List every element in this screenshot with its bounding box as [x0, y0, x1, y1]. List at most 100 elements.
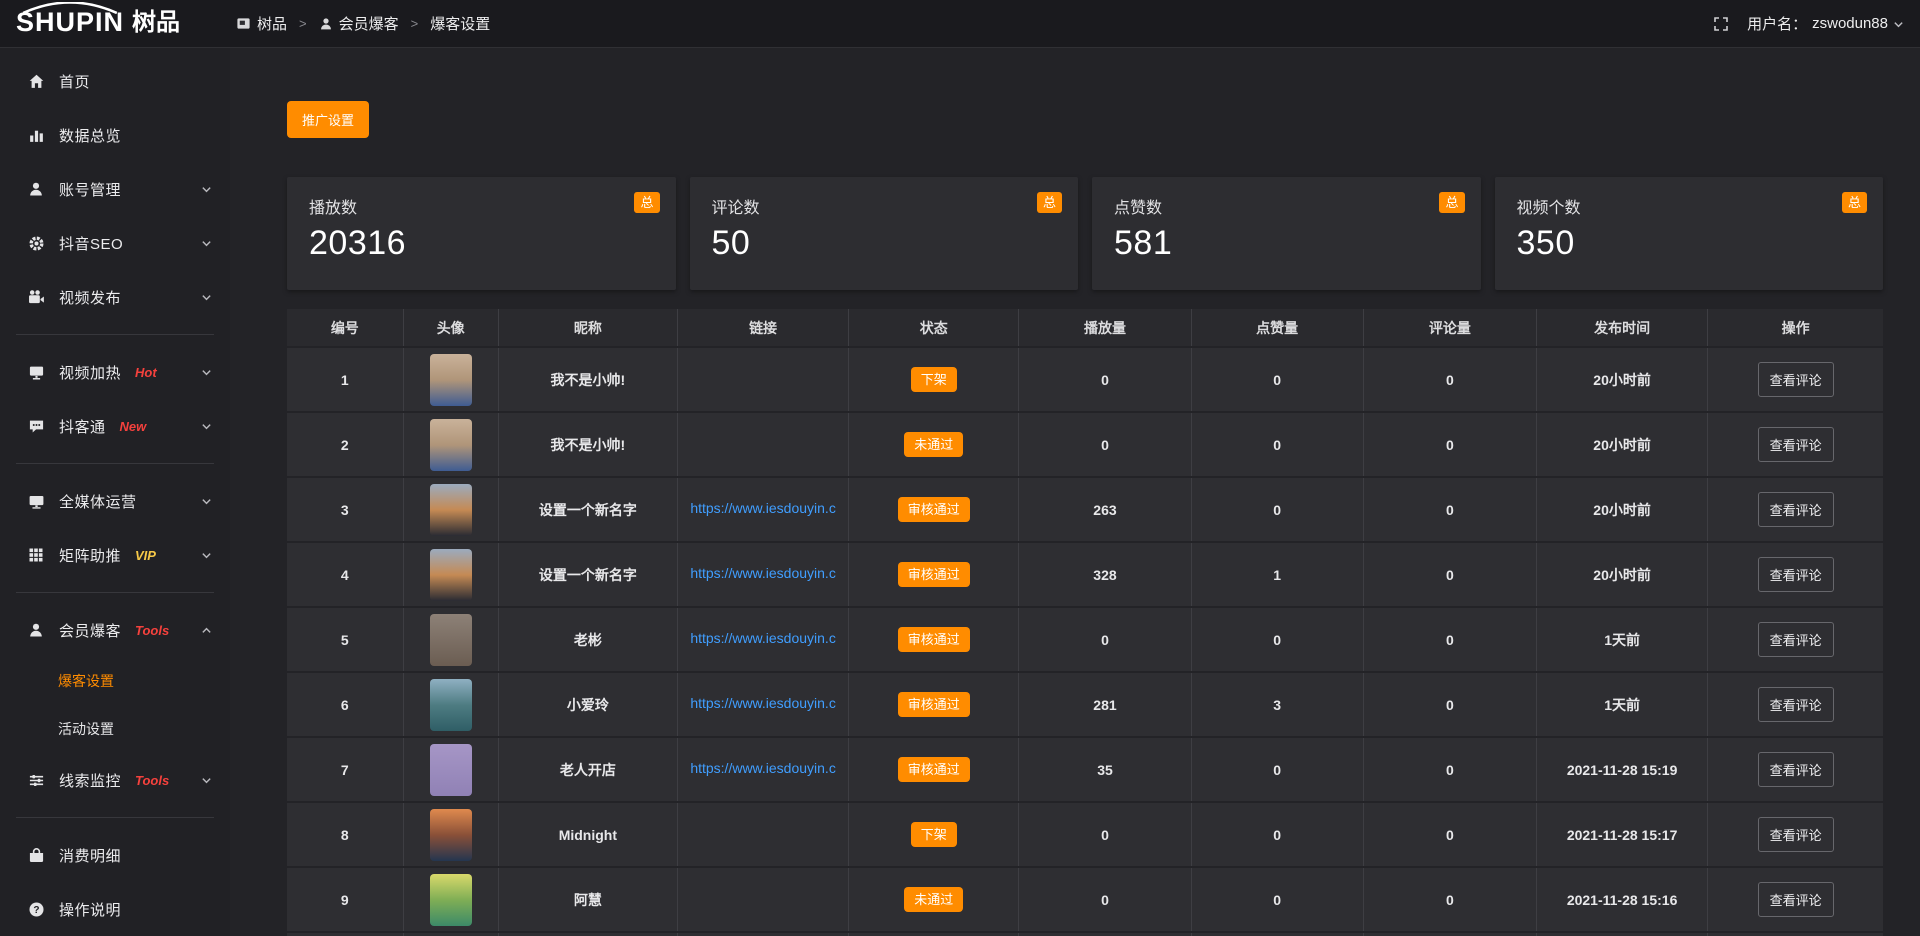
cell-nickname: 设置一个新名字 — [498, 477, 677, 542]
cell-comments: 0 — [1363, 347, 1536, 412]
sidebar-item-member-baoke[interactable]: 会员爆客 Tools — [0, 603, 230, 657]
chevron-down-icon — [201, 550, 212, 561]
sidebar-item-label: 首页 — [59, 71, 90, 92]
view-comments-button[interactable]: 查看评论 — [1758, 492, 1834, 527]
cell-link — [677, 412, 848, 477]
cell-status — [849, 932, 1019, 936]
sidebar-item-douyin-seo[interactable]: 抖音SEO — [0, 216, 230, 270]
table-row: 2我不是小帅!未通过00020小时前查看评论 — [287, 412, 1883, 477]
sidebar-item-video-heat[interactable]: 视频加热Hot — [0, 345, 230, 399]
sliders-icon — [27, 772, 45, 789]
view-comments-button[interactable]: 查看评论 — [1758, 622, 1834, 657]
comment-icon — [27, 418, 45, 435]
sidebar-item-label: 账号管理 — [59, 179, 121, 200]
table-row: 3设置一个新名字https://www.iesdouyin.c审核通过26300… — [287, 477, 1883, 542]
cell-nickname: 我不是小帅! — [498, 347, 677, 412]
sidebar-item-consume-detail[interactable]: 消费明细 — [0, 828, 230, 882]
column-header-8: 发布时间 — [1536, 309, 1707, 347]
cell-plays: 0 — [1019, 802, 1191, 867]
sidebar-item-media-operation[interactable]: 全媒体运营 — [0, 474, 230, 528]
cell-status: 审核通过 — [849, 737, 1019, 802]
fullscreen-icon[interactable] — [1713, 16, 1729, 32]
breadcrumb-item-root[interactable]: 树品 — [236, 13, 287, 34]
sidebar-item-account-manage[interactable]: 账号管理 — [0, 162, 230, 216]
sidebar-subitem-baoke-settings[interactable]: 爆客设置 — [0, 657, 230, 705]
cell-link — [677, 802, 848, 867]
total-badge: 总 — [634, 192, 659, 213]
stat-label: 点赞数 — [1114, 194, 1459, 218]
chevron-down-icon — [201, 775, 212, 786]
column-header-4: 状态 — [849, 309, 1019, 347]
cell-comments: 0 — [1363, 802, 1536, 867]
cell-link — [677, 932, 848, 936]
sidebar-item-douketong[interactable]: 抖客通New — [0, 399, 230, 453]
cell-id: 1 — [287, 347, 403, 412]
cell-comments: 0 — [1363, 867, 1536, 932]
sidebar-item-video-publish[interactable]: 视频发布 — [0, 270, 230, 324]
view-comments-button[interactable]: 查看评论 — [1758, 752, 1834, 787]
view-comments-button[interactable]: 查看评论 — [1758, 817, 1834, 852]
video-link[interactable]: https://www.iesdouyin.c — [690, 565, 836, 581]
sidebar-item-matrix-boost[interactable]: 矩阵助推VIP — [0, 528, 230, 582]
sidebar-item-label: 会员爆客 — [59, 620, 121, 641]
view-comments-button[interactable]: 查看评论 — [1758, 687, 1834, 722]
cell-avatar — [403, 347, 498, 412]
sidebar-item-label: 矩阵助推 — [59, 545, 121, 566]
chevron-down-icon — [201, 496, 212, 507]
cell-likes: 0 — [1191, 737, 1363, 802]
cell-status: 未通过 — [849, 412, 1019, 477]
view-comments-button[interactable]: 查看评论 — [1758, 882, 1834, 917]
stat-card-likes: 点赞数 581 总 — [1092, 177, 1481, 290]
view-comments-button[interactable]: 查看评论 — [1758, 427, 1834, 462]
status-badge: 审核通过 — [898, 757, 970, 782]
video-link[interactable]: https://www.iesdouyin.c — [690, 760, 836, 776]
cell-likes: 0 — [1191, 412, 1363, 477]
status-badge: 审核通过 — [898, 562, 970, 587]
stat-label: 评论数 — [712, 194, 1057, 218]
cell-plays: 0 — [1019, 867, 1191, 932]
cell-action: 查看评论 — [1708, 347, 1883, 412]
cell-link: https://www.iesdouyin.c — [677, 737, 848, 802]
sidebar-item-tag: Tools — [135, 623, 169, 638]
video-link[interactable]: https://www.iesdouyin.c — [690, 695, 836, 711]
total-badge: 总 — [1439, 192, 1464, 213]
column-header-9: 操作 — [1708, 309, 1883, 347]
sidebar-item-home[interactable]: 首页 — [0, 54, 230, 108]
cell-publish-time: 2021-11-28 15:19 — [1536, 737, 1707, 802]
sidebar-item-data-overview[interactable]: 数据总览 — [0, 108, 230, 162]
cell-avatar — [403, 932, 498, 936]
sidebar-subitem-activity-settings[interactable]: 活动设置 — [0, 705, 230, 753]
sidebar-item-clue-monitor[interactable]: 线索监控Tools — [0, 753, 230, 807]
cell-avatar — [403, 802, 498, 867]
column-header-6: 点赞量 — [1191, 309, 1363, 347]
sidebar-item-label: 数据总览 — [59, 125, 121, 146]
sidebar-item-label: 视频加热 — [59, 362, 121, 383]
sidebar-item-label: 全媒体运营 — [59, 491, 137, 512]
view-comments-button[interactable]: 查看评论 — [1758, 362, 1834, 397]
breadcrumb-label: 树品 — [257, 13, 287, 34]
apps-icon — [236, 16, 251, 31]
sidebar-item-label: 抖音SEO — [59, 233, 123, 254]
status-badge: 未通过 — [904, 432, 963, 457]
monitor-icon — [27, 493, 45, 510]
cell-id: 6 — [287, 672, 403, 737]
cell-action: 查看评论 — [1708, 607, 1883, 672]
column-header-5: 播放量 — [1019, 309, 1191, 347]
cell-id — [287, 932, 403, 936]
cell-nickname: 小爱玲 — [498, 672, 677, 737]
breadcrumb-item-member-baoke[interactable]: 会员爆客 — [319, 13, 399, 34]
chevron-down-icon — [201, 421, 212, 432]
status-badge: 审核通过 — [898, 627, 970, 652]
video-link[interactable]: https://www.iesdouyin.c — [690, 500, 836, 516]
cell-publish-time: 20小时前 — [1536, 542, 1707, 607]
video-link[interactable]: https://www.iesdouyin.c — [690, 630, 836, 646]
sidebar-item-operation-guide[interactable]: ?操作说明 — [0, 882, 230, 936]
stat-label: 播放数 — [309, 194, 654, 218]
user-menu[interactable]: 用户名：zswodun88 — [1747, 13, 1904, 34]
cell-action: 查看评论 — [1708, 802, 1883, 867]
table-row: 8Midnight下架0002021-11-28 15:17查看评论 — [287, 802, 1883, 867]
svg-text:?: ? — [33, 905, 39, 916]
promotion-settings-button[interactable]: 推广设置 — [287, 101, 369, 138]
view-comments-button[interactable]: 查看评论 — [1758, 557, 1834, 592]
cell-status: 下架 — [849, 347, 1019, 412]
